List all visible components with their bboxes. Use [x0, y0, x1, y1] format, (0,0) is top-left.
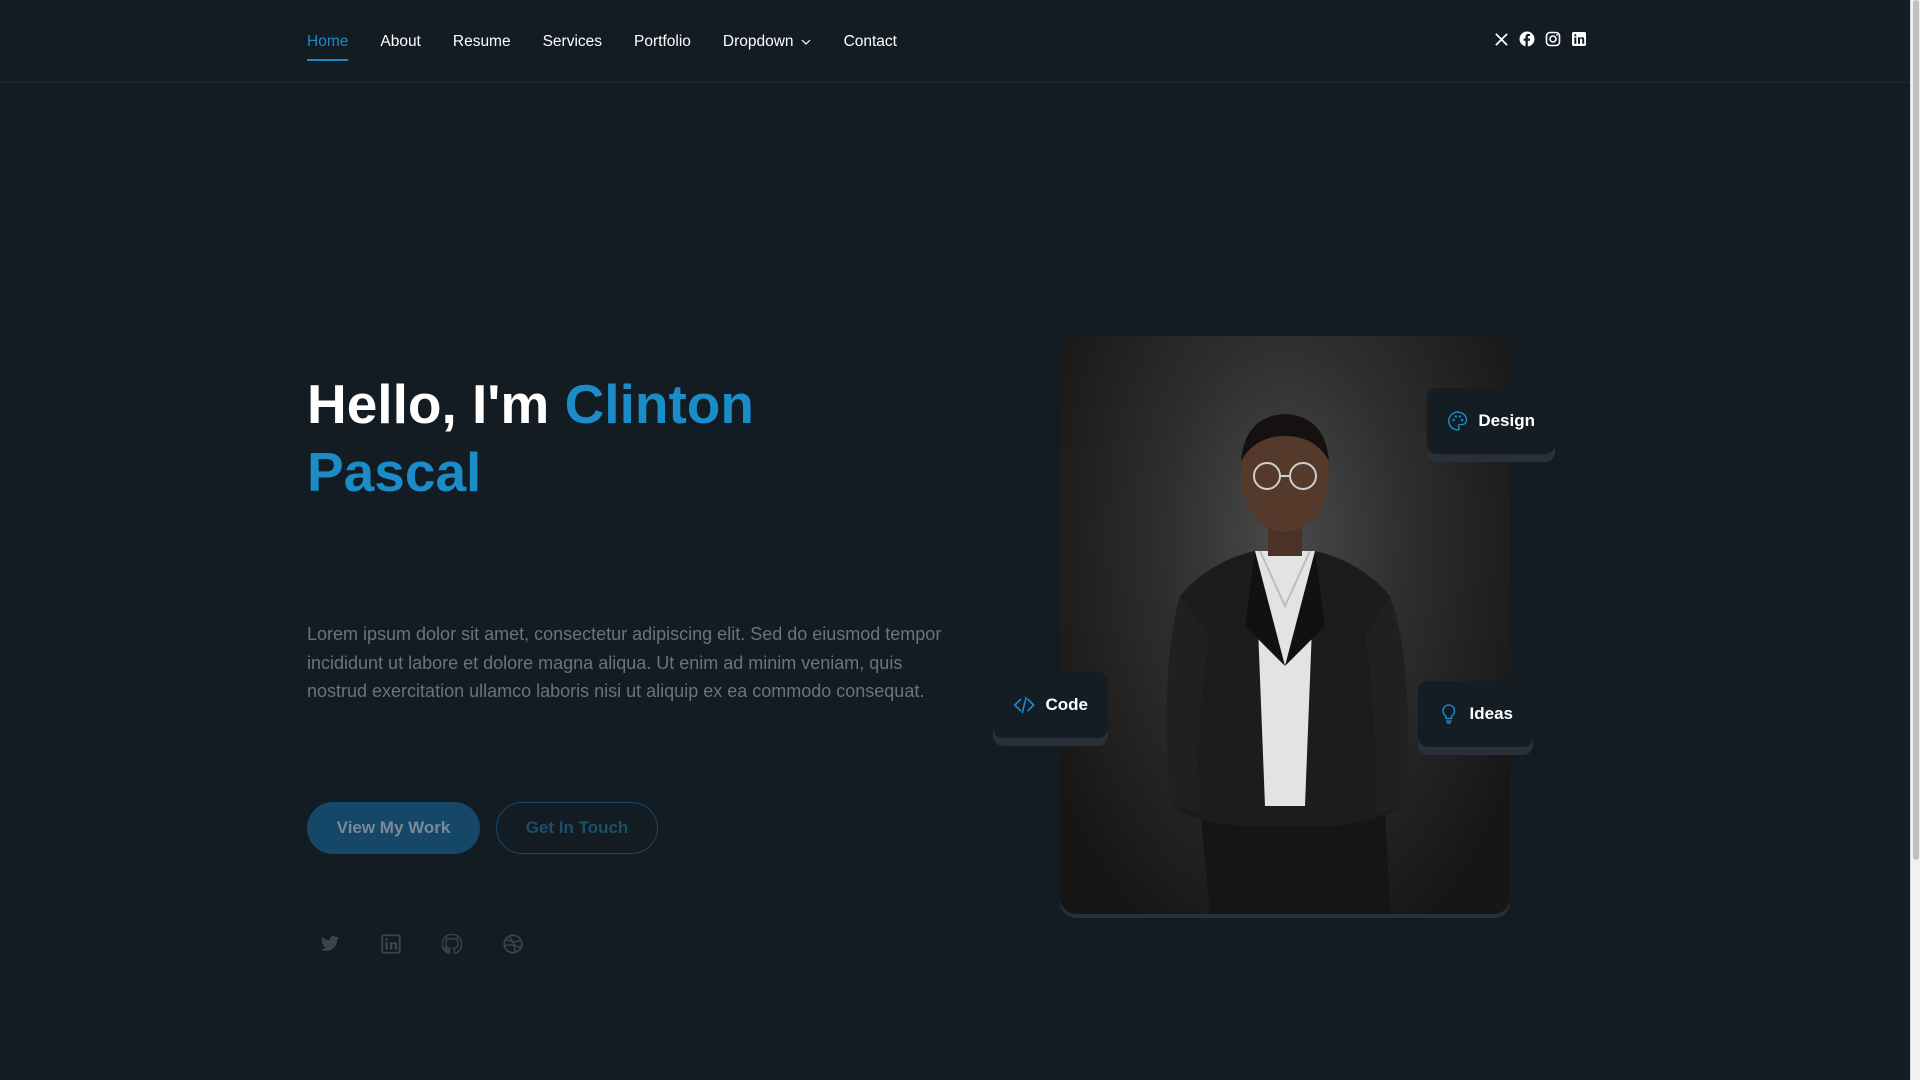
facebook-icon[interactable]	[1519, 31, 1535, 47]
nav-resume[interactable]: Resume	[453, 33, 511, 51]
page-scrollbar[interactable]	[1910, 0, 1920, 1080]
view-my-work-button[interactable]: View My Work	[307, 802, 480, 854]
hero-greeting: Hello, I'm	[307, 373, 565, 435]
hero-social-links	[320, 934, 523, 954]
linkedin-icon[interactable]	[381, 934, 401, 954]
ideas-badge: Ideas	[1418, 681, 1533, 747]
twitter-icon[interactable]	[320, 934, 340, 954]
header-social-links	[1493, 31, 1587, 47]
palette-icon	[1448, 411, 1468, 431]
nav-home[interactable]: Home	[307, 33, 349, 61]
hero-heading: Hello, I'm Clinton Pascal	[307, 370, 867, 506]
design-badge: Design	[1427, 388, 1555, 454]
x-icon[interactable]	[1493, 31, 1509, 47]
get-in-touch-button[interactable]: Get In Touch	[496, 802, 658, 854]
code-badge: Code	[993, 672, 1108, 738]
scrollbar-thumb[interactable]	[1913, 0, 1919, 860]
design-badge-label: Design	[1478, 411, 1535, 430]
code-icon	[1014, 696, 1035, 714]
nav-portfolio[interactable]: Portfolio	[634, 33, 691, 51]
main-nav: Home About Resume Services Portfolio Dro…	[307, 0, 929, 83]
dribbble-icon[interactable]	[503, 934, 523, 954]
instagram-icon[interactable]	[1545, 31, 1561, 47]
site-header: Home About Resume Services Portfolio Dro…	[0, 0, 1910, 83]
nav-dropdown[interactable]: Dropdown	[723, 33, 812, 51]
code-badge-label: Code	[1045, 695, 1089, 714]
hero-description: Lorem ipsum dolor sit amet, consectetur …	[307, 624, 942, 701]
nav-contact[interactable]: Contact	[844, 33, 897, 51]
lightbulb-icon	[1442, 704, 1456, 724]
nav-about[interactable]: About	[380, 33, 421, 51]
nav-services[interactable]: Services	[543, 33, 602, 51]
github-icon[interactable]	[442, 934, 462, 954]
chevron-down-icon	[801, 39, 810, 45]
ideas-badge-label: Ideas	[1469, 704, 1513, 723]
linkedin-icon[interactable]	[1571, 31, 1587, 47]
